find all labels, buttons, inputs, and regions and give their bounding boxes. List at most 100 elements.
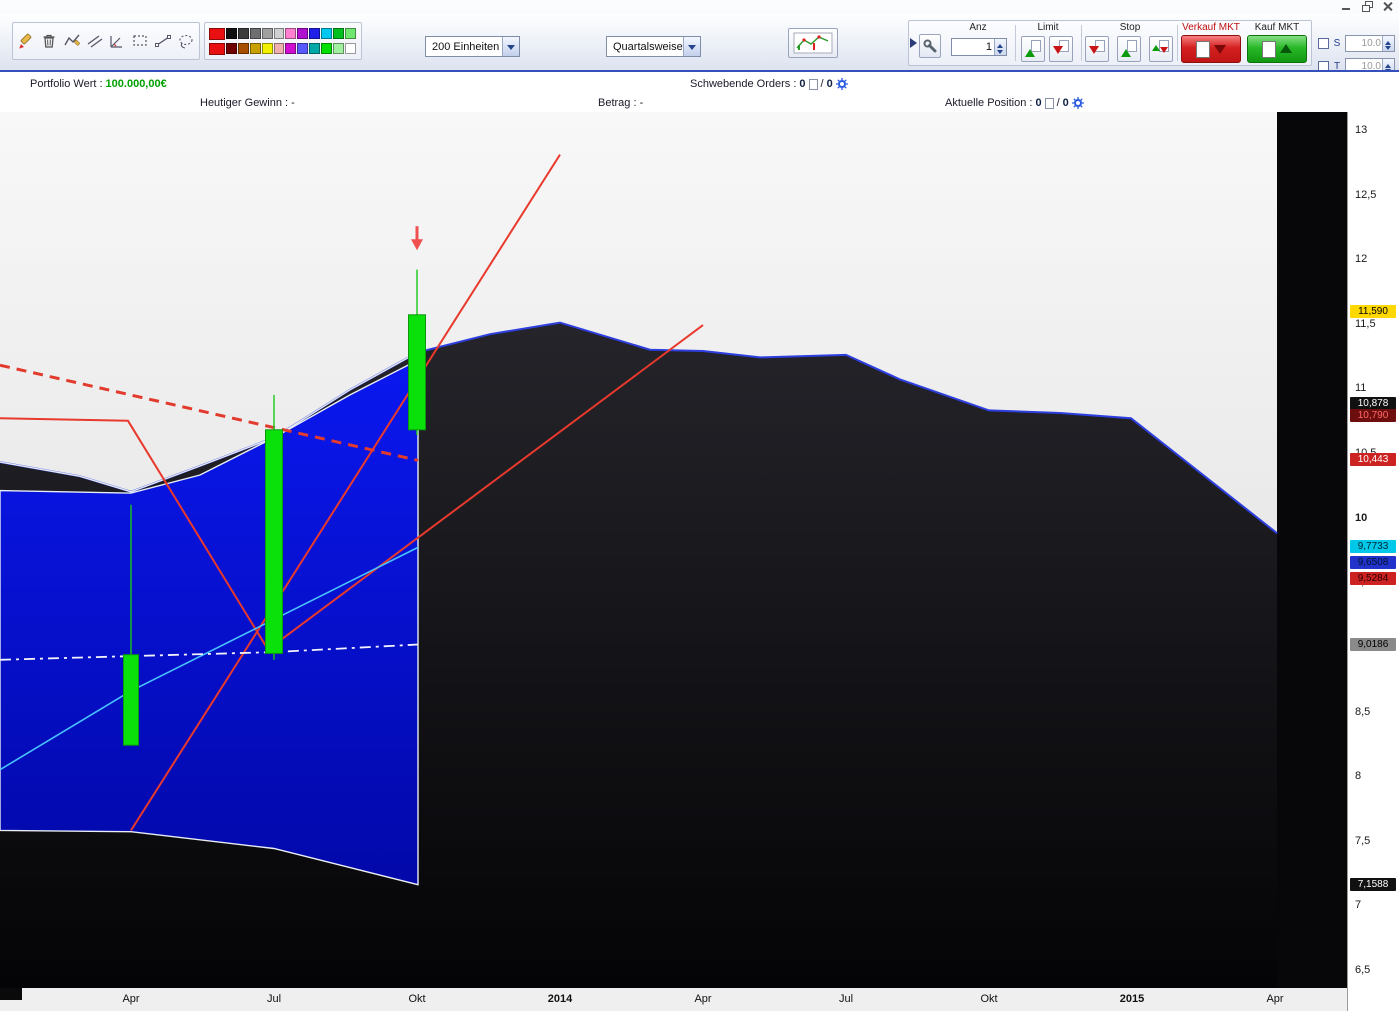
color-swatch[interactable] [321,28,332,39]
time-axis[interactable]: AprJulOkt2014AprJulOkt2015Apr [0,988,1347,1011]
trash-icon[interactable] [38,25,61,57]
right-dark-strip [1277,112,1347,988]
color-swatch[interactable] [250,28,261,39]
color-swatch[interactable] [226,28,237,39]
rect-select-tool-icon[interactable] [129,25,152,57]
position-list-icon[interactable] [1045,98,1054,109]
price-badge: 9,7733 [1350,540,1396,553]
color-swatch[interactable] [262,43,273,54]
buy-stop-button[interactable] [1117,36,1141,62]
portfolio-value-field: Portfolio Wert : 100.000,00€ [30,78,167,90]
qty-label: Anz [945,22,1011,33]
color-swatch[interactable] [262,28,273,39]
color-swatch[interactable] [333,43,344,54]
price-scale[interactable]: 1312,51211,51110,5109,598,587,576,511,59… [1347,112,1399,1011]
price-tick: 11 [1355,382,1366,394]
price-tick: 13 [1355,124,1367,136]
time-axis-label: Okt [395,993,439,1005]
units-dropdown[interactable]: 200 Einheiten [425,36,520,57]
color-swatch[interactable] [285,28,296,39]
time-axis-label: 2014 [538,993,582,1005]
price-tick: 8,5 [1355,706,1370,718]
draw-tools-group [12,22,200,60]
color-swatch[interactable] [238,28,249,39]
lasso-tool-icon[interactable] [174,25,197,57]
minimize-icon[interactable] [1339,1,1353,12]
sell-limit-button[interactable] [1049,36,1073,62]
window-controls [1339,1,1395,12]
arrow-up-icon [1280,38,1292,53]
stop-checkbox[interactable] [1318,38,1329,49]
arrow-up-icon [1121,44,1131,57]
order-settings-button[interactable] [919,34,941,58]
sell-stop-button[interactable] [1085,36,1109,62]
color-swatch[interactable] [238,43,249,54]
time-axis-label: Jul [252,993,296,1005]
position-label: Aktuelle Position : [945,97,1032,109]
color-swatch[interactable] [274,28,285,39]
color-swatch[interactable] [285,43,296,54]
segment-tool-icon[interactable] [152,25,175,57]
stop-label: Stop [1085,22,1175,33]
stop-dual-button[interactable] [1149,36,1173,62]
arrow-down-icon [1053,46,1063,59]
period-dropdown[interactable]: Quartalsweise [606,36,701,57]
color-swatch[interactable] [309,43,320,54]
color-swatch[interactable] [274,43,285,54]
orders-gear-icon[interactable] [836,78,848,90]
color-swatch[interactable] [345,28,356,39]
chart-style-button[interactable] [788,28,838,58]
restore-icon[interactable] [1360,1,1374,12]
stop-value: 10.0 [1346,36,1382,51]
pending-count: 0 [799,78,805,90]
separator: / [821,78,824,90]
price-badge: 9,5284 [1350,572,1396,585]
quantity-stepper[interactable]: 1 [951,38,1007,56]
title-bar [0,0,1399,15]
price-tick: 12 [1355,253,1367,265]
wrench-icon [923,39,937,53]
orders-list-icon[interactable] [809,79,818,90]
candle-body [124,655,139,746]
price-badge: 10,790 [1350,409,1396,422]
color-swatch[interactable] [226,43,237,54]
buy-mkt-label: Kauf MKT [1245,22,1309,33]
color-swatch[interactable] [321,43,332,54]
time-axis-label: Apr [109,993,153,1005]
color-swatch[interactable] [250,43,261,54]
color-swatch[interactable] [209,43,225,55]
color-swatch[interactable] [309,28,320,39]
time-axis-label: Apr [1253,993,1297,1005]
color-swatch[interactable] [209,28,225,40]
spinner-arrows-icon[interactable] [1382,36,1394,51]
time-axis-label: 2015 [1110,993,1154,1005]
price-chart[interactable] [0,112,1347,988]
color-swatch[interactable] [345,43,356,54]
chevron-down-icon[interactable] [502,37,519,56]
buy-market-button[interactable] [1247,35,1307,63]
pencil-tool-icon[interactable] [15,25,38,57]
pending-orders-label: Schwebende Orders : [690,78,796,90]
position-count-2: 0 [1063,97,1069,109]
color-swatch[interactable] [297,28,308,39]
buy-limit-button[interactable] [1021,36,1045,62]
angle-tool-icon[interactable] [106,25,129,57]
channel-tool-icon[interactable] [83,25,106,57]
chevron-down-icon[interactable] [683,37,700,56]
price-tick: 10 [1355,512,1367,524]
sell-mkt-label: Verkauf MKT [1179,22,1243,33]
period-dropdown-value: Quartalsweise [607,41,683,53]
separator: / [1057,97,1060,109]
close-icon[interactable] [1381,1,1395,12]
units-dropdown-value: 200 Einheiten [426,41,502,53]
pending-count-2: 0 [827,78,833,90]
price-tick: 8 [1355,770,1361,782]
position-gear-icon[interactable] [1072,97,1084,109]
color-swatch[interactable] [333,28,344,39]
chart-canvas[interactable] [0,112,1347,988]
zigzag-tool-icon[interactable] [61,25,84,57]
sell-market-button[interactable] [1181,35,1241,63]
stop-value-stepper[interactable]: 10.0 [1345,35,1395,52]
spinner-arrows-icon[interactable] [994,39,1006,55]
color-swatch[interactable] [297,43,308,54]
